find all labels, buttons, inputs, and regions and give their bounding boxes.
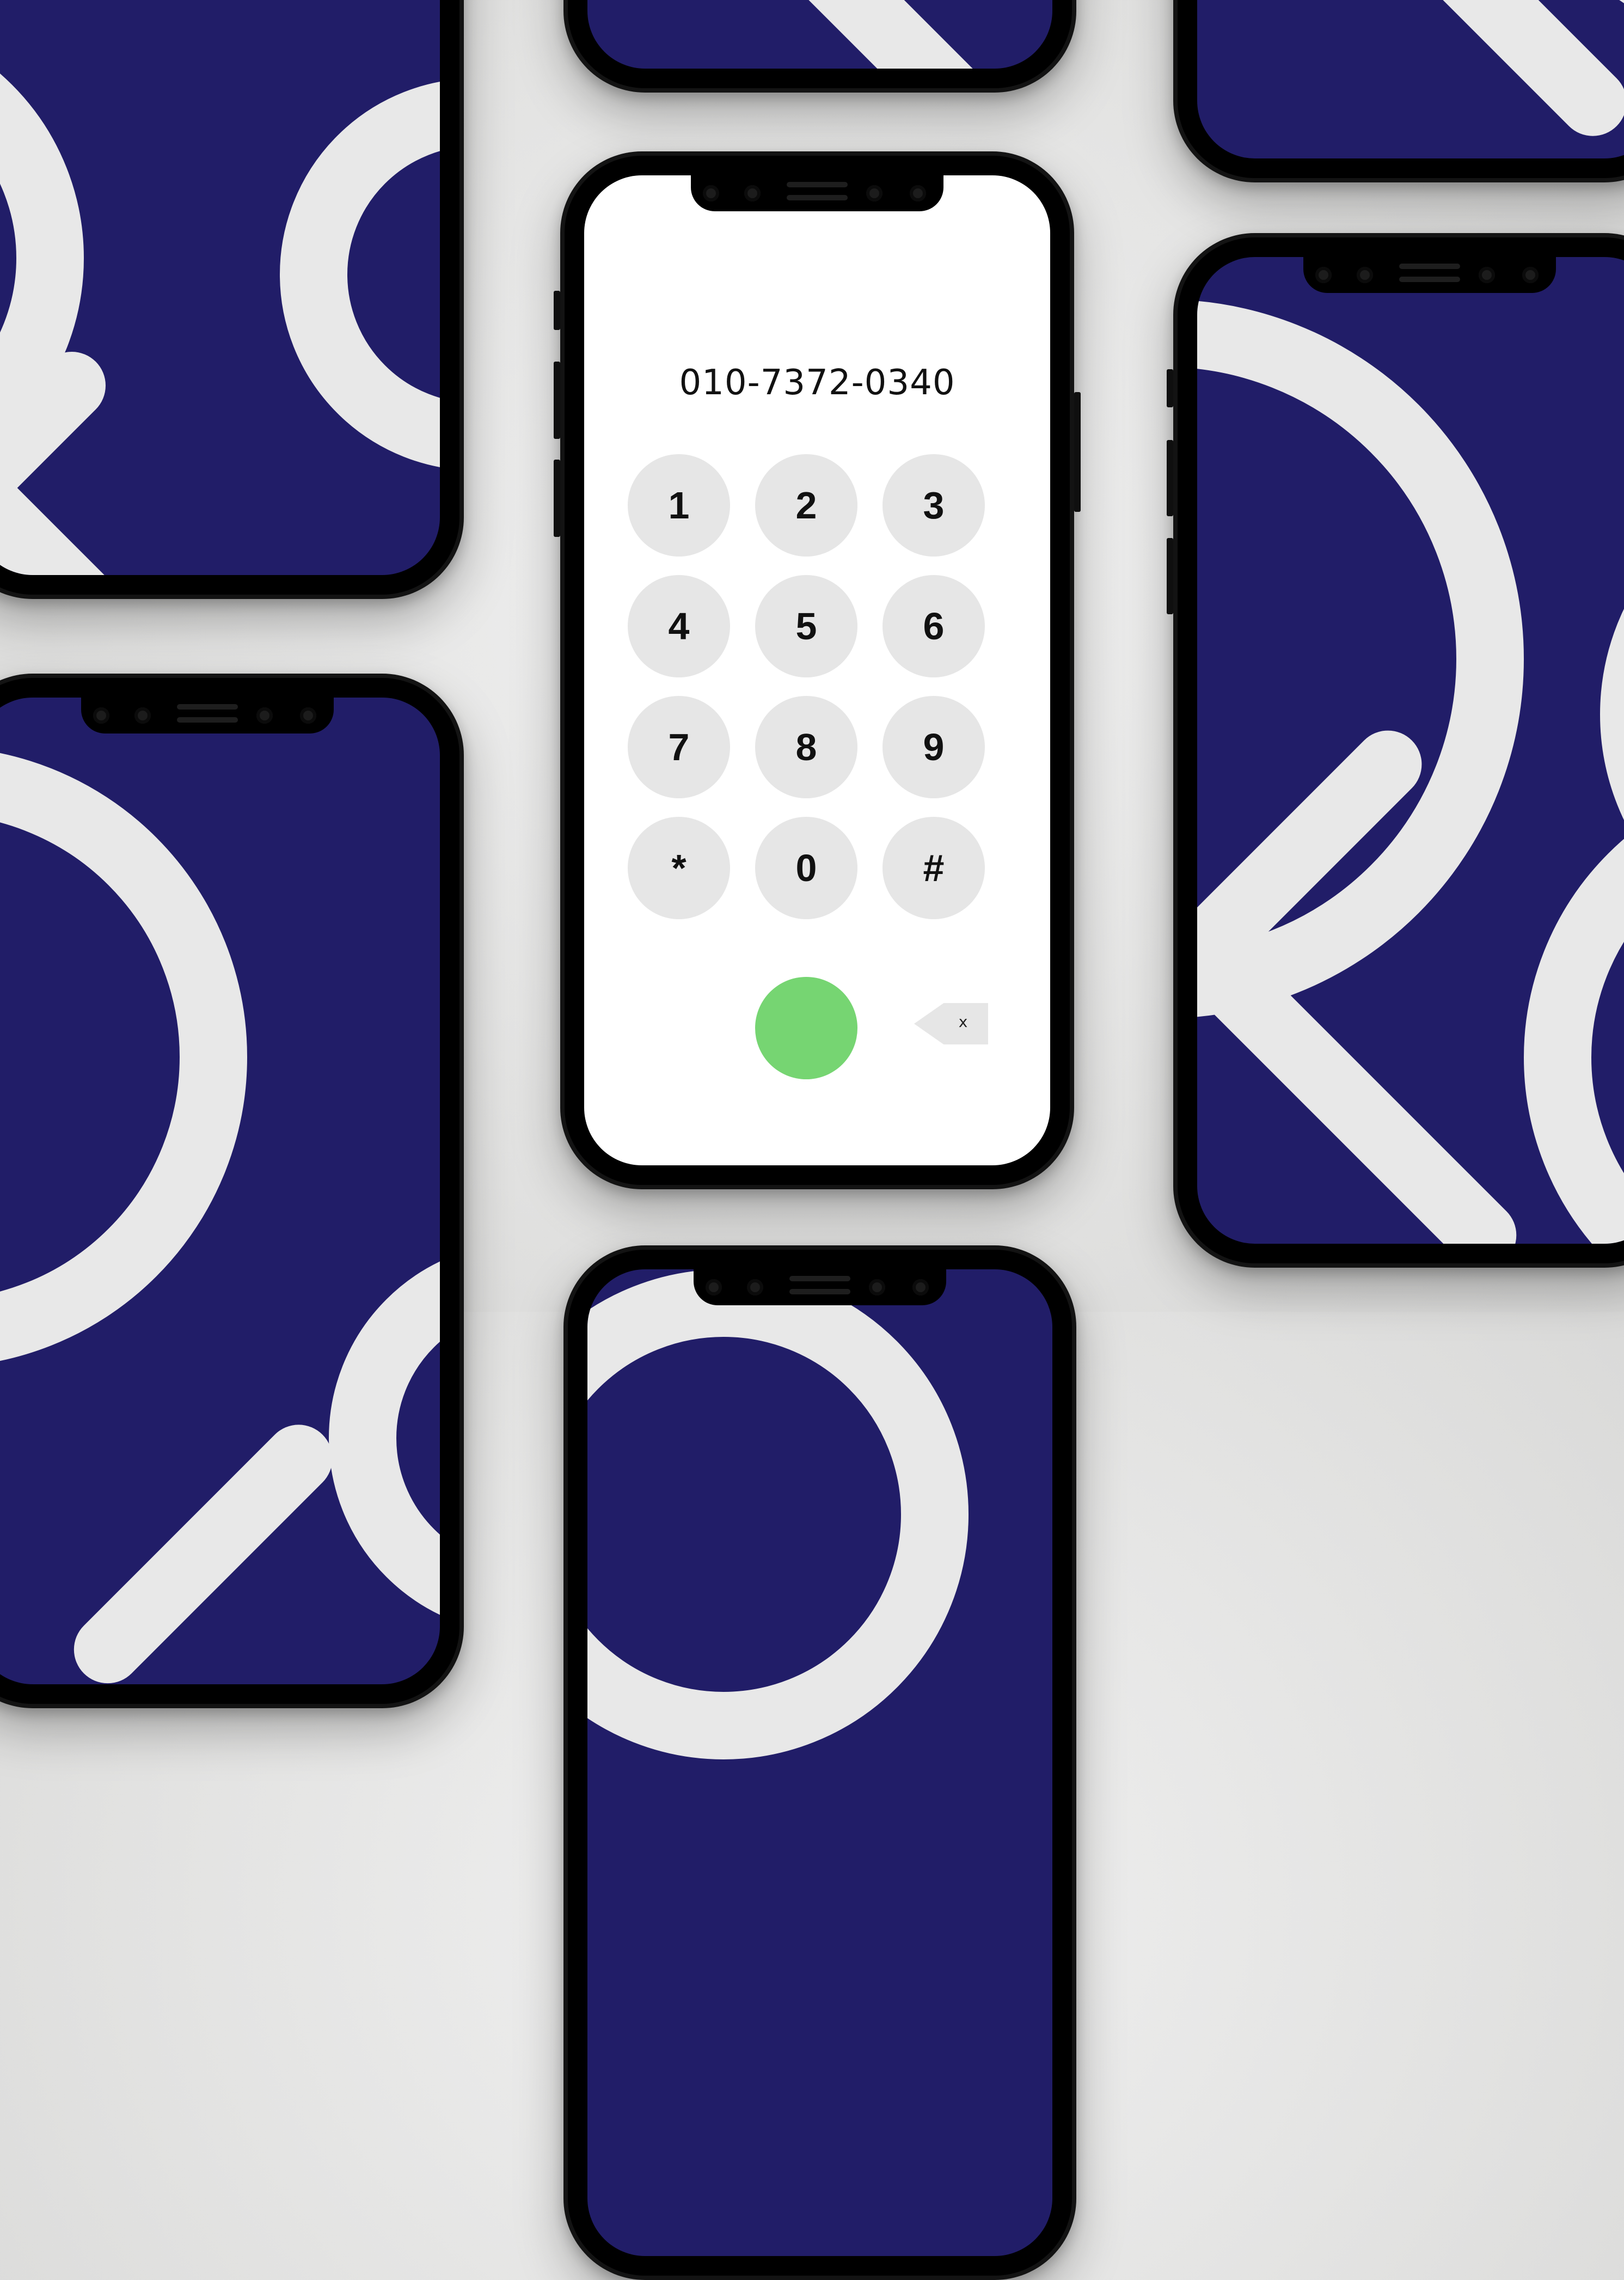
key-star[interactable]: *: [628, 817, 730, 919]
background-phone-right: [1167, 233, 1624, 1268]
wallpaper: [587, 0, 1052, 69]
notch: [694, 1268, 946, 1305]
wallpaper: [587, 1269, 1052, 2256]
key-8[interactable]: 8: [755, 696, 857, 798]
key-2[interactable]: 2: [755, 454, 857, 557]
key-4[interactable]: 4: [628, 575, 730, 677]
dialed-number-display: 010-7372-0340: [679, 363, 955, 403]
backspace-label: x: [958, 1013, 968, 1031]
key-1[interactable]: 1: [628, 454, 730, 557]
notch: [691, 174, 943, 211]
wallpaper: [1197, 0, 1624, 158]
main-phone: 010-7372-0340 1 2 3 4 5 6 7 8 9 * 0 # x: [554, 151, 1081, 1189]
key-7[interactable]: 7: [628, 696, 730, 798]
background-phone-top-left: [0, 0, 464, 599]
key-9[interactable]: 9: [883, 696, 985, 798]
wallpaper: [0, 698, 440, 1684]
notch: [1303, 256, 1556, 293]
key-0[interactable]: 0: [755, 817, 857, 919]
wallpaper: [0, 0, 440, 575]
notch: [81, 696, 334, 733]
dialer-screen: 010-7372-0340 1 2 3 4 5 6 7 8 9 * 0 # x: [584, 175, 1050, 1165]
background-phone-top-right: [1173, 0, 1624, 182]
call-button[interactable]: [755, 977, 857, 1079]
backspace-button[interactable]: x: [914, 1003, 988, 1044]
background-phone-bottom-left: [0, 674, 464, 1708]
backspace-icon: [914, 1003, 988, 1044]
background-phone-bottom-center: [563, 1245, 1076, 2280]
background-phone-top-center: [563, 0, 1076, 93]
key-5[interactable]: 5: [755, 575, 857, 677]
key-6[interactable]: 6: [883, 575, 985, 677]
key-hash[interactable]: #: [883, 817, 985, 919]
key-3[interactable]: 3: [883, 454, 985, 557]
wallpaper: [1197, 257, 1624, 1244]
